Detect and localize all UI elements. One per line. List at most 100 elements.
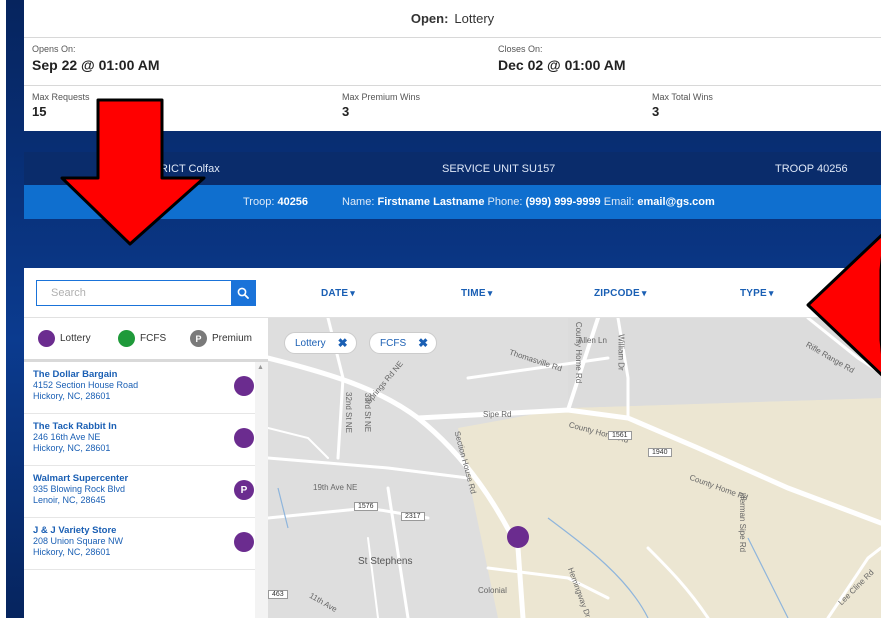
map-label: Colonial [478,586,507,595]
map-label: St Stephens [358,556,413,567]
time-filter[interactable]: TIME ▾ [461,288,492,299]
open-status: Open: Lottery [24,0,881,38]
fcfs-chip-label: FCFS [380,337,407,349]
premium-marker-icon: P [234,480,254,500]
list-scrollbar[interactable] [255,362,268,618]
lottery-chip-label: Lottery [295,337,326,349]
closes-on: Closes On: Dec 02 @ 01:00 AM [490,38,626,85]
location-name: The Tack Rabbit In [33,421,117,432]
location-street: 4152 Section House Road [33,380,139,390]
phone-label: Phone: [487,196,523,208]
chevron-down-icon: ▾ [768,288,774,298]
fcfs-dot-icon [118,330,135,347]
lottery-filter-chip[interactable]: Lottery ✖ [284,332,357,354]
troop-info-label: Troop: [243,196,275,208]
fcfs-filter-chip[interactable]: FCFS ✖ [369,332,438,354]
list-item[interactable]: J & J Variety Store 208 Union Square NW … [24,518,268,570]
max-premium-wins: Max Premium Wins 3 [334,86,644,128]
filter-bar: DATE▾ TIME▾ ZIPCODE▾ TYPE▾ [24,268,881,318]
scroll-up-icon[interactable]: ▲ [257,364,264,371]
location-city: Hickory, NC, 28601 [33,391,111,401]
closes-on-label: Closes On: [498,44,543,54]
route-shield: 1561 [608,431,632,440]
premium-dot-icon: P [190,330,207,347]
legend-lottery-label: Lottery [60,333,91,344]
chevron-down-icon: ▾ [641,288,647,298]
list-item[interactable]: Walmart Supercenter 935 Blowing Rock Blv… [24,466,268,518]
locations-panel: DATE▾ TIME▾ ZIPCODE▾ TYPE▾ Lottery FCFS … [24,268,881,618]
route-shield: 463 [268,590,288,599]
chevron-down-icon: ▾ [350,288,355,298]
location-name: J & J Variety Store [33,525,117,536]
max-premium-value: 3 [342,104,350,119]
search-input[interactable] [37,281,231,305]
location-street: 208 Union Square NW [33,536,124,546]
route-shield: 1940 [648,448,672,457]
map-label: 19th Ave NE [313,483,358,492]
lottery-marker-icon [234,376,254,396]
location-name: The Dollar Bargain [33,369,118,380]
time-filter-label: TIME [461,288,486,299]
troop-info-value: 40256 [277,196,309,208]
location-city: Hickory, NC, 28601 [33,443,111,453]
arrow-left-icon [806,233,881,377]
legend-premium: P Premium [190,330,252,347]
date-filter[interactable]: DATE ▾ [321,288,355,299]
search-box [36,280,256,306]
search-icon [237,287,249,299]
map-label: County Home Rd [574,321,584,384]
location-name: Walmart Supercenter [33,473,129,484]
phone-value: (999) 999-9999 [525,196,601,208]
map-view[interactable]: Lottery ✖ FCFS ✖ Allen Ln Thomasville Rd C… [268,318,881,618]
location-street: 935 Blowing Rock Blvd [33,484,126,494]
max-total-wins: Max Total Wins 3 [644,86,713,128]
email-label: Email: [603,196,635,208]
open-value: Lottery [454,11,495,26]
map-label: 33rd St NE [363,392,373,433]
map-label: Herman Sipe Rd [738,492,748,553]
list-item[interactable]: The Dollar Bargain 4152 Section House Ro… [24,362,268,414]
lottery-dot-icon [38,330,55,347]
legend-fcfs-label: FCFS [140,333,167,344]
legend-lottery: Lottery [38,330,91,347]
max-total-label: Max Total Wins [652,92,713,102]
location-city: Hickory, NC, 28601 [33,547,111,557]
lottery-marker-icon [234,532,254,552]
zipcode-filter-label: ZIPCODE [594,288,640,299]
open-label: Open: [410,11,449,26]
map-label: William Dr [616,334,626,371]
opens-on: Opens On: Sep 22 @ 01:00 AM [24,38,490,85]
close-icon[interactable]: ✖ [418,336,428,350]
map-label: Sipe Rd [483,410,512,419]
legend-fcfs: FCFS [118,330,166,347]
location-city: Lenoir, NC, 28645 [33,495,106,505]
arrow-down-icon [60,98,206,246]
email-value: email@gs.com [637,196,715,208]
route-shield: 2317 [401,512,425,521]
location-list: The Dollar Bargain 4152 Section House Ro… [24,362,268,618]
location-street: 246 16th Ave NE [33,432,101,442]
type-filter[interactable]: TYPE ▾ [740,288,774,299]
marker-legend: Lottery FCFS P Premium [24,318,268,362]
search-button[interactable] [231,281,255,305]
route-shield: 1576 [354,502,378,511]
max-premium-label: Max Premium Wins [342,92,421,102]
service-unit-label: SERVICE UNIT SU157 [442,162,556,175]
opens-on-value: Sep 22 @ 01:00 AM [32,57,160,73]
name-value: Firstname Lastname [377,196,485,208]
closes-on-value: Dec 02 @ 01:00 AM [498,57,626,73]
date-filter-label: DATE [321,288,349,299]
type-filter-label: TYPE [740,288,767,299]
legend-premium-label: Premium [212,333,253,344]
chevron-down-icon: ▾ [487,288,493,298]
dates-row: Opens On: Sep 22 @ 01:00 AM Closes On: D… [24,38,881,86]
scrollbar-thumb[interactable] [258,372,265,572]
zipcode-filter[interactable]: ZIPCODE ▾ [594,288,647,299]
location-map-marker[interactable] [507,526,529,548]
close-icon[interactable]: ✖ [338,336,348,350]
map-label: 32nd St NE [343,392,353,433]
list-item[interactable]: The Tack Rabbit In 246 16th Ave NE Hicko… [24,414,268,466]
troop-label: TROOP 40256 [775,162,848,175]
opens-on-label: Opens On: [32,44,76,54]
lottery-marker-icon [234,428,254,448]
